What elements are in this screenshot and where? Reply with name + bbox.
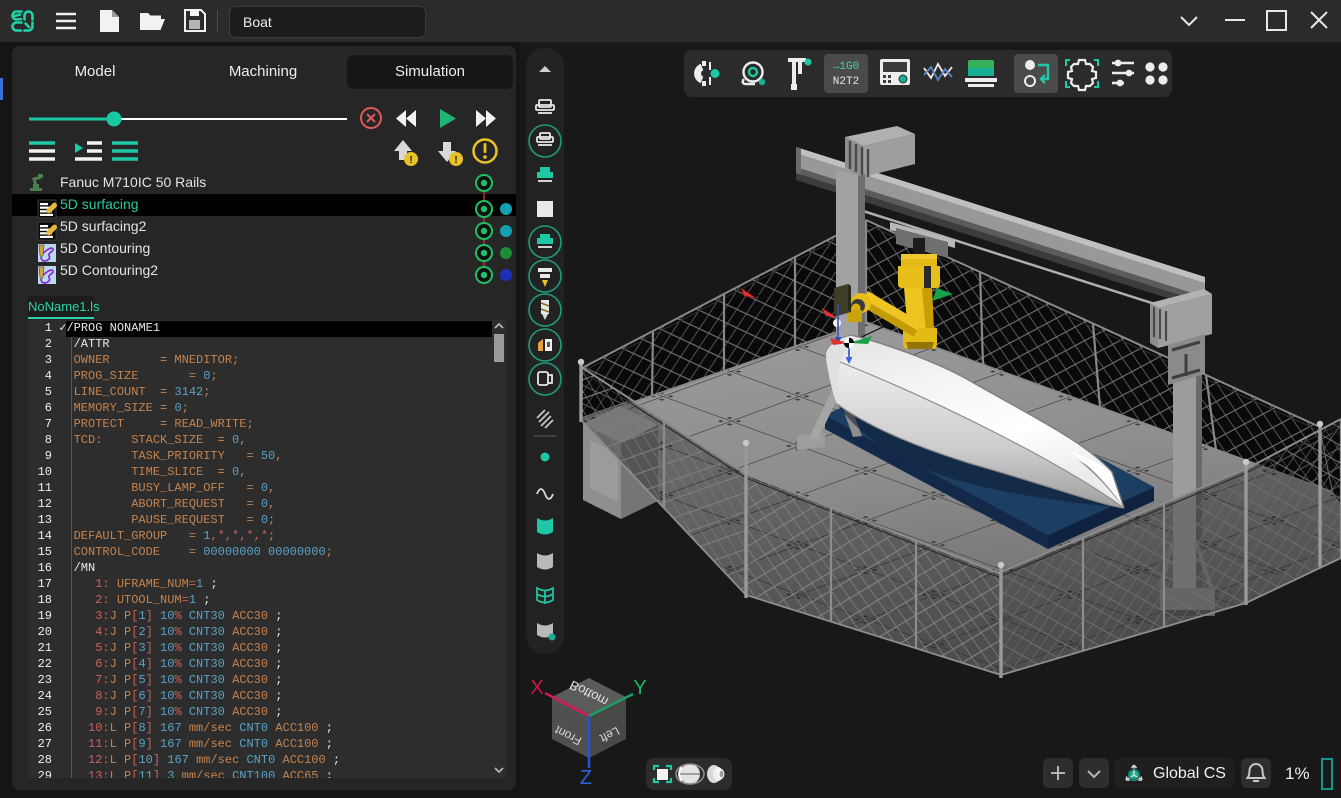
svg-text:Z: Z (580, 767, 592, 789)
svg-text:!: ! (454, 155, 457, 166)
svg-text:X: X (530, 677, 543, 699)
svg-text:→1G0: →1G0 (833, 61, 859, 73)
svg-text:N2T2: N2T2 (833, 76, 859, 88)
svg-text:Y: Y (633, 677, 646, 699)
svg-text:!: ! (409, 155, 412, 166)
